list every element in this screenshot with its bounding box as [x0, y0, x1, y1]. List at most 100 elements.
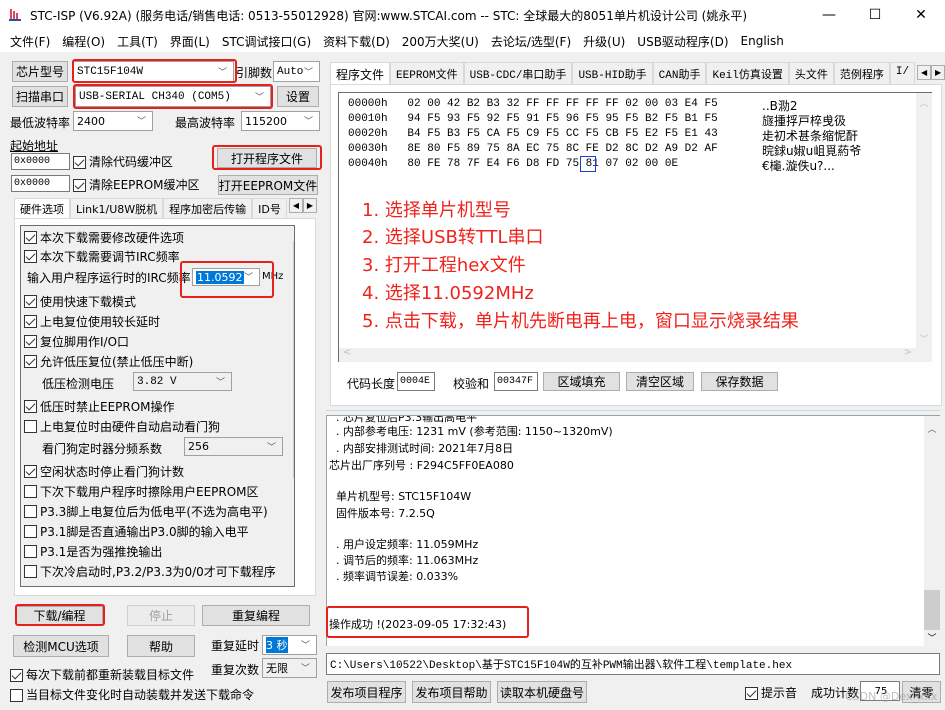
scan-port-button[interactable]: 扫描串口: [12, 86, 68, 107]
tab-header-file[interactable]: 头文件: [788, 62, 834, 84]
clear-area-button[interactable]: 清空区域: [626, 372, 694, 391]
max-baud-select[interactable]: 115200 ﹀: [241, 111, 320, 131]
menu-forum[interactable]: 去论坛/选型(F): [485, 33, 577, 50]
hw-option-label: 上电复位使用较长延时: [40, 314, 161, 329]
scrollbar-thumb[interactable]: [293, 241, 294, 478]
min-baud-select[interactable]: 2400 ﹀: [73, 111, 153, 131]
tab-link1-offline[interactable]: Link1/U8W脱机: [70, 198, 164, 218]
scroll-up-icon[interactable]: ︿: [916, 96, 932, 109]
tab-keil[interactable]: Keil仿真设置: [706, 62, 789, 84]
scroll-down-icon[interactable]: ﹀: [293, 569, 294, 582]
clear-eeprom-checkbox[interactable]: 清除EEPROM缓冲区: [73, 176, 200, 193]
repeat-program-button[interactable]: 重复编程: [202, 605, 310, 626]
hex-vscrollbar[interactable]: ︿ ﹀: [916, 93, 932, 348]
hex-hscrollbar[interactable]: < >: [339, 347, 932, 362]
menu-tools[interactable]: 工具(T): [111, 33, 164, 50]
detect-mcu-button[interactable]: 检测MCU选项: [13, 635, 109, 657]
irc-frequency-select[interactable]: 11.0592 ﹀: [192, 268, 260, 286]
scroll-down-icon[interactable]: ﹀: [916, 332, 932, 345]
publish-help-button[interactable]: 发布项目帮助: [412, 681, 491, 703]
maximize-button[interactable]: ☐: [852, 0, 898, 30]
hw-options-scrollbar[interactable]: ︿ ﹀: [293, 226, 294, 586]
tab-encrypted-transfer[interactable]: 程序加密后传输: [163, 198, 253, 218]
scroll-left-icon[interactable]: <: [343, 347, 351, 358]
menu-file[interactable]: 文件(F): [4, 33, 56, 50]
instruction-step: 3. 打开工程hex文件: [362, 255, 526, 276]
chip-type-button[interactable]: 芯片型号: [12, 61, 68, 82]
tab-io[interactable]: I/: [889, 62, 916, 84]
open-eeprom-file-button[interactable]: 打开EEPROM文件: [218, 175, 318, 195]
hw-option-row[interactable]: 空闲状态时停止看门狗计数: [24, 462, 184, 480]
lvd-label: 低压检测电压: [42, 377, 115, 391]
menu-debug[interactable]: STC调试接口(G): [216, 33, 317, 50]
reload-before-download-checkbox[interactable]: 每次下载前都重新装载目标文件: [10, 666, 194, 683]
hw-option-row[interactable]: 下次下载用户程序时擦除用户EEPROM区: [24, 482, 259, 500]
hw-option-row[interactable]: P3.1脚是否直通输出P3.0脚的输入电平: [24, 522, 249, 540]
menu-upgrade[interactable]: 升级(U): [577, 33, 631, 50]
hw-option-row[interactable]: 本次下载需要调节IRC频率: [24, 247, 180, 265]
hw-option-row[interactable]: 上电复位使用较长延时: [24, 312, 160, 330]
checkbox-icon: [73, 156, 86, 169]
menu-english[interactable]: English: [735, 34, 790, 48]
chip-type-select[interactable]: STC15F104W ﹀: [73, 61, 234, 82]
hex-bytes: 02 00 42 B2 B3 32 FF FF FF FF FF 02 00 0…: [407, 98, 718, 110]
minimize-button[interactable]: —: [806, 0, 852, 30]
beep-checkbox[interactable]: 提示音: [745, 684, 797, 701]
tab-scroll-left-icon[interactable]: ◀: [917, 65, 932, 80]
fill-area-button[interactable]: 区域填充: [543, 372, 620, 391]
hw-option-row[interactable]: 本次下载需要修改硬件选项: [24, 228, 184, 246]
reload-label: 每次下载前都重新装载目标文件: [26, 668, 195, 682]
save-data-button[interactable]: 保存数据: [701, 372, 778, 391]
hw-option-row[interactable]: 使用快速下载模式: [24, 292, 136, 310]
scroll-up-icon[interactable]: ︿: [924, 422, 940, 435]
tab-can[interactable]: CAN助手: [652, 62, 707, 84]
tab-usb-cdc[interactable]: USB-CDC/串口助手: [463, 62, 573, 84]
tab-scroll-right-icon[interactable]: ▶: [931, 65, 945, 80]
repeat-delay-select[interactable]: 3 秒 ﹀: [262, 635, 317, 655]
port-settings-button[interactable]: 设置: [277, 86, 319, 107]
eeprom-address-input[interactable]: 0x0000: [11, 175, 70, 192]
auto-send-checkbox[interactable]: 当目标文件变化时自动装载并发送下载命令: [10, 686, 254, 703]
download-program-button[interactable]: 下载/编程: [16, 606, 103, 625]
clear-code-checkbox[interactable]: 清除代码缓冲区: [73, 153, 173, 170]
file-path-field[interactable]: C:\Users\10522\Desktop\基于STC15F104W的互补PW…: [326, 653, 940, 675]
tab-scroll-right-icon[interactable]: ▶: [302, 198, 317, 213]
tab-examples[interactable]: 范例程序: [833, 62, 890, 84]
hw-option-row[interactable]: 下次冷启动时,P3.2/P3.3为0/0才可下载程序: [24, 562, 276, 580]
tab-eeprom-file[interactable]: EEPROM文件: [390, 62, 464, 84]
tab-usb-hid[interactable]: USB-HID助手: [572, 62, 653, 84]
hw-option-row[interactable]: P3.3脚上电复位后为低电平(不选为高电平): [24, 502, 268, 520]
tab-id[interactable]: ID号: [252, 198, 287, 218]
splitter[interactable]: [326, 410, 940, 411]
code-address-input[interactable]: 0x0000: [11, 153, 70, 170]
wdt-prescaler-select[interactable]: 256 ﹀: [184, 437, 283, 456]
tab-hardware-options[interactable]: 硬件选项: [14, 198, 70, 218]
open-program-file-button[interactable]: 打开程序文件: [217, 148, 317, 168]
scrollbar-thumb[interactable]: [924, 590, 940, 630]
close-button[interactable]: ✕: [898, 0, 944, 30]
hw-option-row[interactable]: 上电复位时由硬件自动启动看门狗: [24, 417, 220, 435]
stop-button[interactable]: 停止: [127, 605, 195, 626]
menu-interface[interactable]: 界面(L): [164, 33, 216, 50]
tab-program-file[interactable]: 程序文件: [330, 62, 391, 84]
hw-option-row[interactable]: 复位脚用作I/O口: [24, 332, 129, 350]
menu-program[interactable]: 编程(O): [56, 33, 111, 50]
log-scrollbar[interactable]: ︿ ﹀: [924, 416, 940, 646]
repeat-count-label: 重复次数: [211, 663, 260, 677]
lvd-select[interactable]: 3.82 V ﹀: [133, 372, 232, 391]
menu-usb-driver[interactable]: USB驱动程序(D): [631, 33, 734, 50]
menu-prize[interactable]: 200万大奖(U): [396, 33, 485, 50]
hw-option-row[interactable]: 允许低压复位(禁止低压中断): [24, 352, 193, 370]
tab-scroll-left-icon[interactable]: ◀: [288, 198, 303, 213]
menu-downloads[interactable]: 资料下载(D): [317, 33, 396, 50]
repeat-count-select[interactable]: 无限 ﹀: [262, 658, 317, 678]
scroll-down-icon[interactable]: ﹀: [924, 631, 940, 644]
publish-program-button[interactable]: 发布项目程序: [327, 681, 406, 703]
hw-option-row[interactable]: P3.1是否为强推挽输出: [24, 542, 162, 560]
port-select[interactable]: USB-SERIAL CH340 (COM5) ﹀: [75, 86, 271, 107]
scroll-right-icon[interactable]: >: [904, 347, 912, 358]
hw-option-row[interactable]: 低压时禁止EEPROM操作: [24, 397, 175, 415]
pin-count-select[interactable]: Auto ﹀: [273, 61, 320, 82]
read-disk-id-button[interactable]: 读取本机硬盘号: [497, 681, 587, 703]
help-button[interactable]: 帮助: [127, 635, 195, 657]
